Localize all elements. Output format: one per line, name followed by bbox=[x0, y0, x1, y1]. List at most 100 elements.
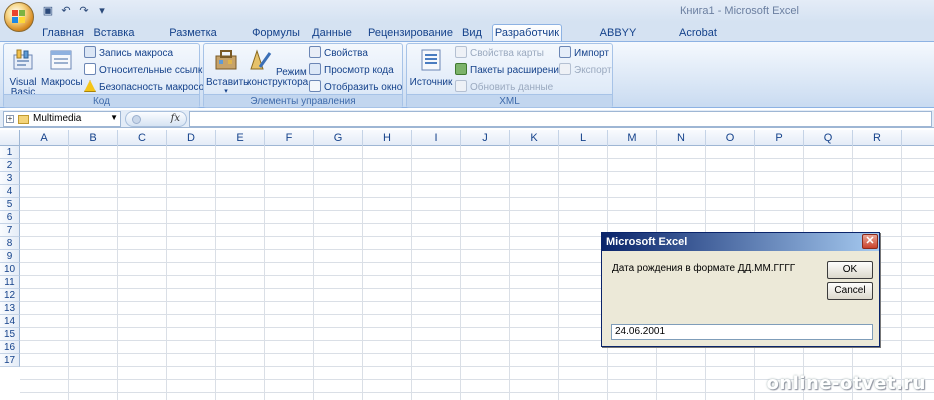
group-xml: Источник Свойства карты Пакеты расширени… bbox=[406, 43, 613, 108]
refresh-icon bbox=[455, 80, 467, 92]
column-header[interactable]: K bbox=[510, 130, 559, 146]
record-macro-icon bbox=[84, 46, 96, 58]
group-xml-label: XML bbox=[407, 94, 612, 107]
row-header[interactable]: 12 bbox=[0, 289, 20, 302]
column-header[interactable]: A bbox=[20, 130, 69, 146]
refresh-data-button[interactable]: Обновить данные bbox=[455, 80, 553, 95]
column-header[interactable]: N bbox=[657, 130, 706, 146]
import-button[interactable]: Импорт bbox=[559, 46, 609, 61]
tab-abbyy[interactable]: ABBYY FineReader 12 bbox=[572, 25, 664, 55]
column-header[interactable]: P bbox=[755, 130, 804, 146]
view-code-button[interactable]: Просмотр кода bbox=[309, 63, 394, 78]
quick-access-toolbar: ▣ ↶ ↷ ▾ bbox=[40, 3, 110, 19]
tab-home[interactable]: Главная bbox=[40, 25, 86, 42]
watermark: online-otvet.ru bbox=[766, 373, 926, 394]
cancel-entry-icon[interactable] bbox=[132, 115, 141, 124]
macros-button[interactable]: Макросы bbox=[41, 47, 83, 88]
row-header[interactable]: 17 bbox=[0, 354, 20, 367]
row-header[interactable]: 11 bbox=[0, 276, 20, 289]
row-header[interactable]: 10 bbox=[0, 263, 20, 276]
ribbon-tabs: Главная Вставка Разметка страницы Формул… bbox=[0, 22, 934, 55]
row-header[interactable]: 15 bbox=[0, 328, 20, 341]
show-window-button[interactable]: Отобразить окно bbox=[309, 80, 402, 95]
undo-icon[interactable]: ↶ bbox=[58, 3, 74, 19]
column-headers: ABCDEFGHIJKLMNOPQR bbox=[0, 130, 934, 146]
relative-references-button[interactable]: Относительные ссылки bbox=[84, 63, 208, 78]
column-header[interactable]: C bbox=[118, 130, 167, 146]
xml-source-icon bbox=[421, 49, 441, 71]
input-dialog: Microsoft Excel ✕ Дата рождения в формат… bbox=[601, 232, 880, 347]
relative-references-icon bbox=[84, 63, 96, 75]
column-header[interactable]: B bbox=[69, 130, 118, 146]
window-title: Книга1 - Microsoft Excel bbox=[680, 5, 799, 17]
insert-control-button[interactable]: Вставить ▾ bbox=[206, 47, 248, 96]
tab-acrobat[interactable]: Acrobat bbox=[676, 25, 720, 42]
row-header[interactable]: 14 bbox=[0, 315, 20, 328]
row-header[interactable]: 13 bbox=[0, 302, 20, 315]
chevron-down-icon[interactable]: ▼ bbox=[110, 113, 118, 122]
column-header[interactable]: H bbox=[363, 130, 412, 146]
column-header[interactable]: D bbox=[167, 130, 216, 146]
formula-bar: + Multimedia ▼ fx bbox=[0, 110, 934, 128]
ribbon: Visual Basic Макросы Запись макроса Отно… bbox=[0, 41, 934, 108]
redo-icon[interactable]: ↷ bbox=[76, 3, 92, 19]
column-header[interactable]: F bbox=[265, 130, 314, 146]
map-properties-icon bbox=[455, 46, 467, 58]
row-header[interactable]: 8 bbox=[0, 237, 20, 250]
row-header[interactable]: 9 bbox=[0, 250, 20, 263]
visual-basic-button[interactable]: Visual Basic bbox=[6, 47, 40, 98]
name-box[interactable]: + Multimedia ▼ bbox=[3, 111, 121, 127]
row-header[interactable]: 6 bbox=[0, 211, 20, 224]
macros-label: Макросы bbox=[41, 77, 83, 88]
column-header[interactable]: J bbox=[461, 130, 510, 146]
column-header[interactable]: E bbox=[216, 130, 265, 146]
ok-button[interactable]: OK bbox=[827, 261, 873, 279]
map-properties-button[interactable]: Свойства карты bbox=[455, 46, 544, 61]
column-header[interactable]: R bbox=[853, 130, 902, 146]
row-header[interactable]: 1 bbox=[0, 146, 20, 159]
row-header[interactable]: 3 bbox=[0, 172, 20, 185]
select-all-corner[interactable] bbox=[0, 130, 20, 146]
close-icon[interactable]: ✕ bbox=[862, 234, 878, 249]
dialog-title[interactable]: Microsoft Excel bbox=[602, 233, 879, 251]
source-button[interactable]: Источник bbox=[409, 47, 453, 88]
column-header[interactable]: O bbox=[706, 130, 755, 146]
macro-security-button[interactable]: Безопасность макросов bbox=[84, 80, 210, 95]
save-icon[interactable]: ▣ bbox=[40, 3, 56, 19]
tab-view[interactable]: Вид bbox=[457, 25, 487, 42]
tab-review[interactable]: Рецензирование bbox=[368, 25, 453, 42]
customize-icon[interactable]: ▾ bbox=[94, 3, 110, 19]
column-header[interactable]: Q bbox=[804, 130, 853, 146]
properties-button[interactable]: Свойства bbox=[309, 46, 368, 61]
function-buttons: fx bbox=[125, 111, 187, 127]
view-code-icon bbox=[309, 63, 321, 75]
row-header[interactable]: 2 bbox=[0, 159, 20, 172]
column-header[interactable]: M bbox=[608, 130, 657, 146]
row-header[interactable]: 4 bbox=[0, 185, 20, 198]
cancel-button[interactable]: Cancel bbox=[827, 282, 873, 300]
row-header[interactable]: 5 bbox=[0, 198, 20, 211]
insert-function-icon[interactable]: fx bbox=[171, 113, 180, 124]
group-code: Visual Basic Макросы Запись макроса Отно… bbox=[3, 43, 210, 108]
record-macro-button[interactable]: Запись макроса bbox=[84, 46, 173, 61]
expand-icon[interactable]: + bbox=[6, 115, 14, 123]
column-header[interactable]: I bbox=[412, 130, 461, 146]
export-button[interactable]: Экспорт bbox=[559, 63, 612, 78]
dialog-input[interactable]: 24.06.2001 bbox=[611, 324, 873, 340]
group-controls: Вставить ▾ Режим конструктора Свойства П… bbox=[203, 43, 403, 108]
name-box-value: Multimedia bbox=[33, 113, 82, 124]
tab-formulas[interactable]: Формулы bbox=[252, 25, 300, 42]
row-header[interactable]: 7 bbox=[0, 224, 20, 237]
formula-input[interactable] bbox=[189, 111, 932, 127]
expansion-packs-button[interactable]: Пакеты расширения bbox=[455, 63, 564, 78]
column-header[interactable]: G bbox=[314, 130, 363, 146]
properties-icon bbox=[309, 46, 321, 58]
column-header[interactable]: L bbox=[559, 130, 608, 146]
macros-icon bbox=[50, 50, 72, 70]
design-mode-button[interactable]: Режим конструктора bbox=[247, 47, 308, 88]
tab-insert[interactable]: Вставка bbox=[91, 25, 137, 42]
tab-data[interactable]: Данные bbox=[310, 25, 354, 42]
office-button[interactable] bbox=[4, 2, 34, 32]
tab-page-layout[interactable]: Разметка страницы bbox=[148, 25, 238, 55]
row-header[interactable]: 16 bbox=[0, 341, 20, 354]
